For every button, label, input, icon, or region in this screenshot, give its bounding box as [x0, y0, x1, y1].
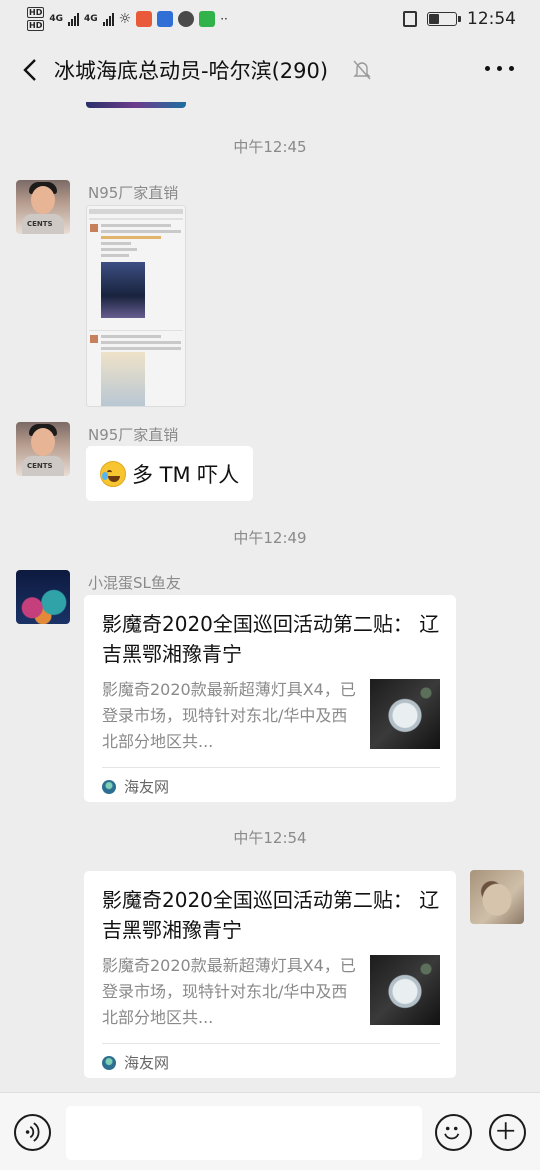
status-bar: HD HD 4G 4G ☼ ·· 12:54	[0, 0, 540, 38]
source-logo-icon	[102, 1055, 116, 1070]
link-source-name: 海友网	[124, 778, 170, 796]
app-icon-news	[157, 11, 174, 27]
timestamp: 中午12:54	[233, 829, 307, 847]
link-thumbnail	[370, 679, 440, 749]
card-divider	[102, 767, 440, 768]
app-icon-green	[199, 11, 216, 27]
hd-label-2: HD	[27, 20, 45, 31]
link-description: 影魔奇2020款最新超薄灯具X4，已登录市场，现特针对东北/华中及西北部分地区共…	[102, 680, 356, 751]
sender-name: N95厂家直销	[88, 184, 179, 202]
timestamp: 中午12:49	[233, 529, 307, 547]
voice-icon[interactable]	[14, 1114, 51, 1151]
avatar-shirt-text: CENTS	[27, 462, 53, 470]
page-title: 冰城海底总动员-哈尔滨(290)	[54, 59, 329, 83]
rofl-emoji-icon	[100, 460, 126, 487]
timestamp: 中午12:45	[233, 138, 307, 156]
vibrate-icon	[403, 11, 417, 27]
link-title: 影魔奇2020全国巡回活动第二贴： 辽吉黑鄂湘豫青宁	[102, 612, 440, 666]
status-left: HD HD 4G 4G ☼ ··	[27, 6, 228, 32]
link-title: 影魔奇2020全国巡回活动第二贴： 辽吉黑鄂湘豫青宁	[102, 888, 440, 942]
hd-indicator: HD HD	[27, 7, 45, 31]
partial-image-message[interactable]	[86, 102, 186, 108]
sender-name: N95厂家直销	[88, 426, 179, 444]
plus-icon[interactable]	[489, 1114, 526, 1151]
bell-off-icon	[353, 60, 371, 80]
text-message-bubble[interactable]: 多 TM 吓人	[86, 446, 254, 501]
network-label-2: 4G	[84, 14, 98, 24]
source-logo-icon	[102, 779, 116, 794]
signal-icon-2	[102, 12, 114, 26]
avatar-shirt-text: CENTS	[27, 220, 53, 228]
my-avatar[interactable]	[470, 870, 524, 924]
link-description: 影魔奇2020款最新超薄灯具X4，已登录市场，现特针对东北/华中及西北部分地区共…	[102, 956, 356, 1027]
message-input[interactable]	[66, 1106, 422, 1160]
sender-name: 小混蛋SL鱼友	[88, 574, 181, 592]
message-text: 多 TM 吓人	[132, 462, 240, 487]
link-card-message[interactable]: 影魔奇2020全国巡回活动第二贴： 辽吉黑鄂湘豫青宁 影魔奇2020款最新超薄灯…	[84, 595, 456, 802]
link-source: 海友网	[102, 1052, 169, 1073]
avatar[interactable]: CENTS	[16, 422, 70, 476]
hd-label-1: HD	[27, 7, 45, 18]
smiley-icon[interactable]	[435, 1114, 472, 1151]
status-right: 12:54	[403, 6, 516, 32]
link-thumbnail	[370, 955, 440, 1025]
chevron-left-icon[interactable]	[18, 56, 46, 84]
chat-header: 冰城海底总动员-哈尔滨(290)	[0, 38, 540, 102]
chat-bubble-icon	[178, 11, 195, 27]
network-label-1: 4G	[49, 14, 63, 24]
app-icon-listen	[136, 11, 153, 27]
link-source-name: 海友网	[124, 1054, 170, 1072]
chat-list[interactable]: 中午12:45 CENTS N95厂家直销 CENTS N95厂家直销 多 TM…	[0, 102, 540, 1092]
brightness-icon: ☼	[118, 11, 132, 27]
card-divider	[102, 1043, 440, 1044]
more-notifications-icon: ··	[220, 12, 228, 26]
link-card-message[interactable]: 影魔奇2020全国巡回活动第二贴： 辽吉黑鄂湘豫青宁 影魔奇2020款最新超薄灯…	[84, 871, 456, 1078]
battery-icon	[427, 12, 461, 26]
link-source: 海友网	[102, 776, 169, 797]
battery-fill	[429, 14, 439, 24]
ellipsis-icon[interactable]	[485, 66, 514, 71]
avatar[interactable]	[16, 570, 70, 624]
status-time: 12:54	[467, 9, 516, 29]
screenshot-image-message[interactable]	[86, 205, 186, 407]
input-bar	[0, 1092, 540, 1170]
avatar[interactable]: CENTS	[16, 180, 70, 234]
signal-icon	[68, 12, 79, 26]
